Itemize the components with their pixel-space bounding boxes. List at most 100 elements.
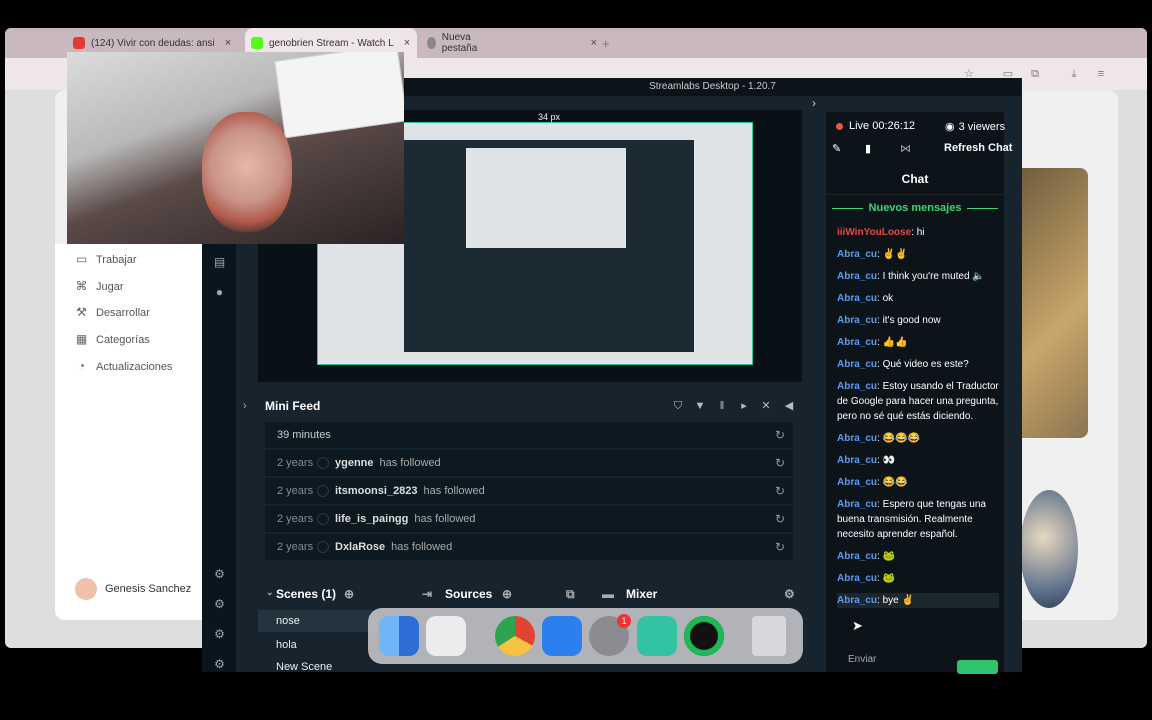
mute-alerts-icon[interactable]: ✕: [760, 400, 772, 412]
chat-input-placeholder[interactable]: Enviar: [848, 654, 876, 665]
webcam-overlay: [67, 52, 404, 244]
trash-icon[interactable]: [752, 616, 786, 656]
share-icon[interactable]: ⋈: [900, 142, 911, 155]
collapse-icon[interactable]: ⇥: [422, 587, 432, 601]
sidebar-item-jugar[interactable]: ⌘ Jugar: [75, 280, 124, 293]
feed-user[interactable]: life_is_paingg: [335, 513, 408, 525]
user-avatar-icon: [317, 457, 329, 469]
chat-message: iiiWinYouLoose: hi: [837, 225, 999, 240]
copy-icon[interactable]: ⧉: [566, 587, 575, 602]
chat-text: : 😂😂😂: [877, 433, 920, 444]
send-button[interactable]: [957, 660, 998, 674]
gear-icon[interactable]: ⚙: [213, 658, 226, 671]
add-source-icon[interactable]: ⊕: [502, 587, 512, 601]
viewer-count-label: 3 viewers: [958, 121, 1006, 133]
chat-username[interactable]: Abra_cu: [837, 573, 877, 584]
tab-new[interactable]: Nueva pestaña ×: [427, 28, 597, 58]
chat-text: : bye ✌️: [877, 595, 914, 606]
chat-message: Abra_cu: 👀: [837, 453, 999, 468]
webcam-person: [202, 112, 292, 232]
live-timer: Live 00:26:12: [849, 120, 916, 132]
new-tab-button[interactable]: +: [602, 28, 622, 58]
chat-text: : 😂😂: [877, 477, 908, 488]
scene-item[interactable]: hola: [258, 634, 378, 656]
replay-icon[interactable]: ↻: [775, 456, 785, 470]
sources-title: Sources: [445, 587, 493, 601]
chat-text: : ok: [877, 293, 894, 304]
shield-icon[interactable]: ⛉: [672, 400, 684, 412]
skip-icon[interactable]: ▸: [738, 400, 750, 412]
chevron-down-icon[interactable]: ⌄: [266, 587, 274, 598]
folder-icon[interactable]: ▬: [602, 587, 614, 601]
record-icon[interactable]: ●: [213, 286, 226, 299]
spotify-icon[interactable]: [684, 616, 724, 656]
live-dot-icon: [836, 122, 843, 130]
replay-icon[interactable]: ↻: [775, 540, 785, 554]
replay-icon[interactable]: ↻: [775, 428, 785, 442]
add-scene-icon[interactable]: ⊕: [344, 587, 354, 601]
launchpad-icon[interactable]: [426, 616, 466, 656]
refresh-chat-button[interactable]: Refresh Chat: [944, 142, 1012, 154]
chat-username[interactable]: Abra_cu: [837, 433, 877, 444]
chat-username[interactable]: Abra_cu: [837, 381, 877, 392]
filter-icon[interactable]: ▼: [694, 400, 706, 412]
feed-row: 2 years itsmoonsi_2823 has followed ↻: [265, 478, 793, 504]
feed-user[interactable]: DxlaRose: [335, 541, 385, 553]
chat-username[interactable]: Abra_cu: [837, 315, 877, 326]
gear-icon[interactable]: ⚙: [784, 587, 795, 601]
chat-message: Abra_cu: Espero que tengas una buena tra…: [837, 497, 999, 542]
extensions-icon[interactable]: ⧉: [1029, 68, 1041, 80]
chevron-right-icon[interactable]: ›: [243, 400, 247, 412]
window-title: Streamlabs Desktop - 1.20.7: [404, 78, 1021, 96]
streamlabs-icon[interactable]: [637, 616, 677, 656]
feed-ago: 2 years: [277, 541, 314, 553]
scene-item[interactable]: nose: [258, 610, 378, 632]
chat-username[interactable]: Abra_cu: [837, 477, 877, 488]
chat-username[interactable]: Abra_cu: [837, 271, 877, 282]
replay-icon[interactable]: ↻: [775, 512, 785, 526]
chat-username[interactable]: Abra_cu: [837, 249, 877, 260]
close-icon[interactable]: ×: [591, 37, 597, 49]
chat-username[interactable]: Abra_cu: [837, 455, 877, 466]
close-icon[interactable]: ×: [225, 37, 231, 49]
chat-message: Abra_cu: 😂😂: [837, 475, 999, 490]
chevron-right-icon[interactable]: ›: [812, 96, 816, 110]
feed-user[interactable]: ygenne: [335, 457, 374, 469]
sidebar-item-label: Jugar: [96, 280, 124, 293]
chat-username[interactable]: Abra_cu: [837, 359, 877, 370]
menu-icon[interactable]: ≡: [1095, 68, 1107, 80]
chat-text: : 👀: [877, 455, 896, 466]
sidebar-item-label: Categorías: [96, 333, 150, 346]
app-store-icon[interactable]: [542, 616, 582, 656]
chat-text: : Qué video es este?: [877, 359, 969, 370]
download-icon[interactable]: ⤓: [1068, 68, 1080, 80]
chat-username[interactable]: Abra_cu: [837, 551, 877, 562]
settings-icon[interactable]: ⚙: [213, 628, 226, 641]
finder-icon[interactable]: [379, 616, 419, 656]
wrench-icon[interactable]: ⚙: [213, 568, 226, 581]
chrome-icon[interactable]: [495, 616, 535, 656]
sidebar-item-label: Trabajar: [96, 253, 137, 266]
close-icon[interactable]: ×: [404, 37, 410, 49]
camera-icon[interactable]: ▮: [865, 142, 871, 155]
chat-username[interactable]: iiiWinYouLoose: [837, 227, 911, 238]
volume-icon[interactable]: ◀: [783, 400, 795, 412]
pencil-icon[interactable]: ✎: [832, 142, 841, 155]
feed-user[interactable]: itsmoonsi_2823: [335, 485, 418, 497]
chat-username[interactable]: Abra_cu: [837, 595, 877, 606]
sidebar-item-actualizaciones[interactable]: ◔ Actualizaciones: [75, 360, 173, 373]
pause-icon[interactable]: ‖: [716, 400, 728, 412]
settings-icon[interactable]: ⚙: [213, 598, 226, 611]
user-profile[interactable]: Genesis Sanchez: [75, 578, 191, 600]
sidebar-item-desarrollar[interactable]: ⚒ Desarrollar: [75, 306, 150, 319]
replay-icon[interactable]: ↻: [775, 484, 785, 498]
chat-username[interactable]: Abra_cu: [837, 293, 877, 304]
chat-username[interactable]: Abra_cu: [837, 337, 877, 348]
scene-item[interactable]: New Scene: [258, 658, 378, 672]
studio-icon[interactable]: ▤: [213, 256, 226, 269]
sidebar-item-categorias[interactable]: ▦ Categorías: [75, 333, 150, 346]
chat-username[interactable]: Abra_cu: [837, 499, 877, 510]
chat-message: Abra_cu: ok: [837, 291, 999, 306]
sidebar-item-trabajar[interactable]: ▭ Trabajar: [75, 253, 137, 266]
chat-message: Abra_cu: bye ✌️: [837, 593, 999, 608]
